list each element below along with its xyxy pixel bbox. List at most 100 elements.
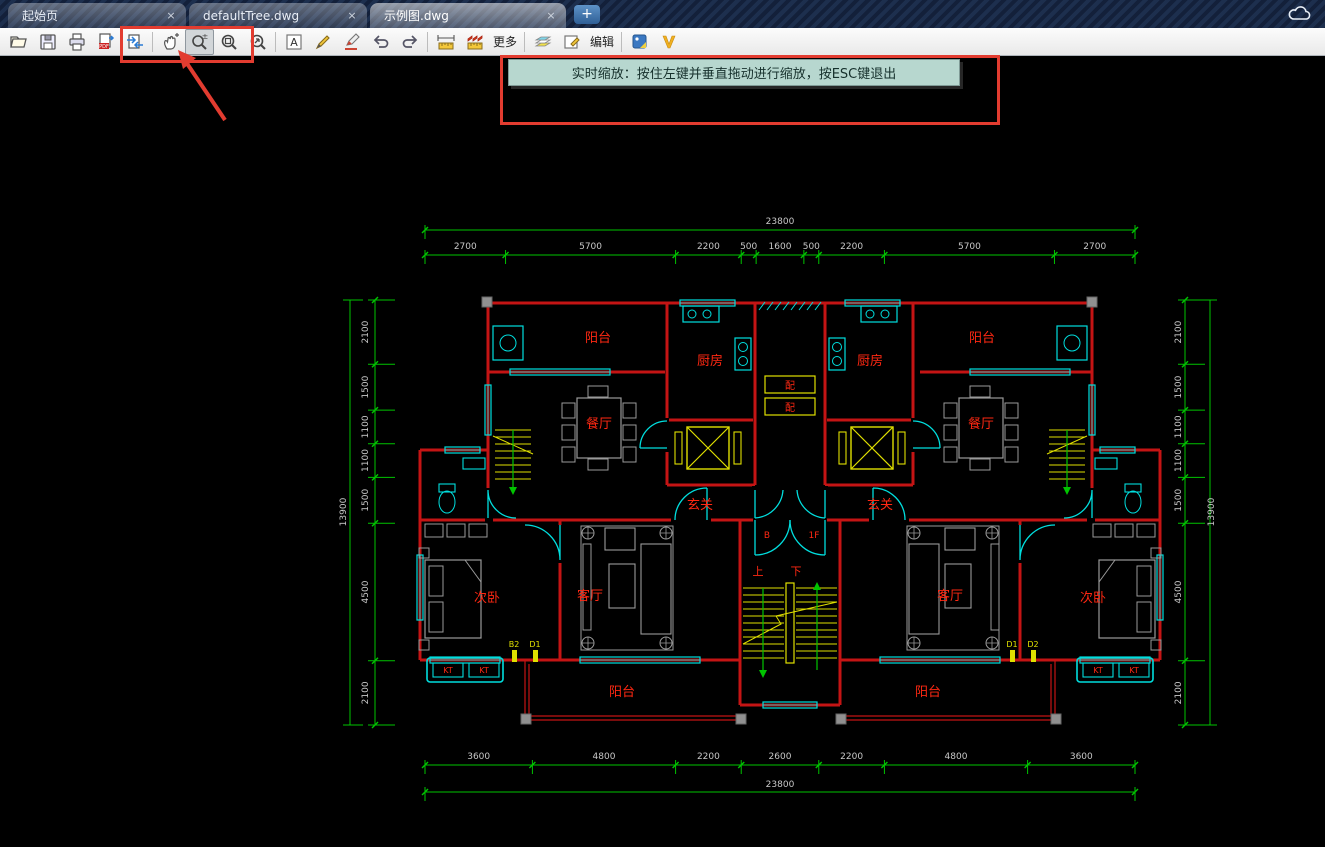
cad-rect xyxy=(581,526,673,650)
cad-rect xyxy=(533,650,538,662)
undo-button[interactable] xyxy=(366,29,395,55)
print-button[interactable] xyxy=(62,29,91,55)
cad-floorplan: 2380027005700220050016005002200570027003… xyxy=(335,200,1245,815)
cad-rect xyxy=(1095,458,1117,469)
room-label: 客厅 xyxy=(577,588,603,604)
dim-label: 1100 xyxy=(1174,415,1184,438)
measure-continuous-button[interactable] xyxy=(460,29,489,55)
edit-button[interactable]: 编辑 xyxy=(586,33,618,50)
layers-button[interactable] xyxy=(528,29,557,55)
tab-start-page[interactable]: 起始页 × xyxy=(8,3,186,28)
dim-label: 2700 xyxy=(454,242,477,252)
close-icon[interactable]: × xyxy=(345,9,359,23)
cad-rect xyxy=(1087,297,1097,307)
dim-label: 1500 xyxy=(1174,375,1184,398)
cad-rect xyxy=(463,458,485,469)
close-icon[interactable]: × xyxy=(544,9,558,23)
cad-rect xyxy=(562,403,575,418)
dim-label: 5700 xyxy=(958,242,981,252)
cad-rect xyxy=(970,386,990,397)
dim-label: 2200 xyxy=(697,242,720,252)
drawing-canvas[interactable]: 2380027005700220050016005002200570027003… xyxy=(0,56,1325,847)
dim-label: 13900 xyxy=(1207,497,1217,526)
tab-defaulttree[interactable]: defaultTree.dwg × xyxy=(189,3,367,28)
room-label: 阳台 xyxy=(609,685,635,700)
cad-rect xyxy=(588,386,608,397)
close-icon[interactable]: × xyxy=(164,9,178,23)
dim-label: 2100 xyxy=(1174,320,1184,343)
dim-label: 13900 xyxy=(339,497,349,526)
cad-rect xyxy=(970,459,990,470)
measure-button[interactable] xyxy=(431,29,460,55)
dim-label: 1100 xyxy=(361,449,371,472)
door-label: 1F xyxy=(809,531,820,541)
dim-label: 3600 xyxy=(1070,752,1093,762)
cad-rect xyxy=(786,583,794,663)
cad-rect xyxy=(907,526,999,650)
cad-rect xyxy=(1115,524,1133,537)
tab-bar: 起始页 × defaultTree.dwg × 示例图.dwg × + xyxy=(0,0,1325,28)
marker-button[interactable] xyxy=(337,29,366,55)
room-label: 厨房 xyxy=(857,353,883,369)
cad-line xyxy=(913,421,940,448)
tab-sample-drawing[interactable]: 示例图.dwg × xyxy=(370,3,566,28)
cloud-icon[interactable] xyxy=(1287,5,1315,23)
cad-rect xyxy=(734,432,741,464)
cad-rect xyxy=(945,528,975,550)
cad-rect xyxy=(839,432,846,464)
annotation-arrow xyxy=(150,44,260,134)
door-label: D1 xyxy=(529,640,540,649)
export-pdf-button[interactable]: PDF xyxy=(91,29,120,55)
shaft-label: 配 xyxy=(785,402,795,414)
cad-rect xyxy=(911,418,915,452)
pencil-button[interactable] xyxy=(308,29,337,55)
cad-rect xyxy=(1005,425,1018,440)
toolbar-separator xyxy=(427,32,428,52)
cad-rect xyxy=(588,459,608,470)
room-label: 次卧 xyxy=(474,590,500,606)
dim-label: 3600 xyxy=(467,752,490,762)
image-export-button[interactable] xyxy=(625,29,654,55)
cad-line xyxy=(687,427,729,469)
cad-line xyxy=(840,664,1051,716)
cad-rect xyxy=(1093,524,1111,537)
cad-line xyxy=(851,427,893,469)
cad-rect xyxy=(557,525,565,563)
dim-label: 1600 xyxy=(769,242,792,252)
cad-rect xyxy=(609,564,635,608)
room-label: 上 xyxy=(753,565,764,578)
dim-label: 2200 xyxy=(840,752,863,762)
cad-rect xyxy=(665,418,669,452)
kt-label: KT xyxy=(1129,666,1139,675)
door-label: B xyxy=(764,531,770,541)
door-label: D2 xyxy=(1027,640,1038,649)
cad-rect xyxy=(1137,602,1151,632)
more-button[interactable]: 更多 xyxy=(489,33,521,50)
cad-rect xyxy=(562,447,575,462)
cad-line xyxy=(1099,560,1115,582)
dim-label: 2600 xyxy=(769,752,792,762)
cad-rect xyxy=(869,516,909,524)
cad-rect xyxy=(1010,650,1015,662)
open-folder-button[interactable] xyxy=(4,29,33,55)
cad-rect xyxy=(671,516,711,524)
dim-label: 2200 xyxy=(840,242,863,252)
cad-rect xyxy=(1031,650,1036,662)
dim-label: 4500 xyxy=(1174,580,1184,603)
redo-button[interactable] xyxy=(395,29,424,55)
room-label: 玄关 xyxy=(687,498,713,513)
cad-rect xyxy=(641,544,671,634)
dim-label: 2100 xyxy=(361,681,371,704)
dim-label: 2100 xyxy=(1174,681,1184,704)
new-tab-button[interactable]: + xyxy=(574,5,600,24)
tab-label: 起始页 xyxy=(22,7,58,24)
edit-page-button[interactable] xyxy=(557,29,586,55)
text-button[interactable]: A xyxy=(279,29,308,55)
svg-text:A: A xyxy=(290,36,298,49)
cad-rect xyxy=(1057,326,1087,360)
save-button[interactable] xyxy=(33,29,62,55)
kt-label: KT xyxy=(443,666,453,675)
cad-rect xyxy=(512,650,517,662)
cad-line xyxy=(797,490,825,518)
v-logo-icon[interactable] xyxy=(654,29,683,55)
